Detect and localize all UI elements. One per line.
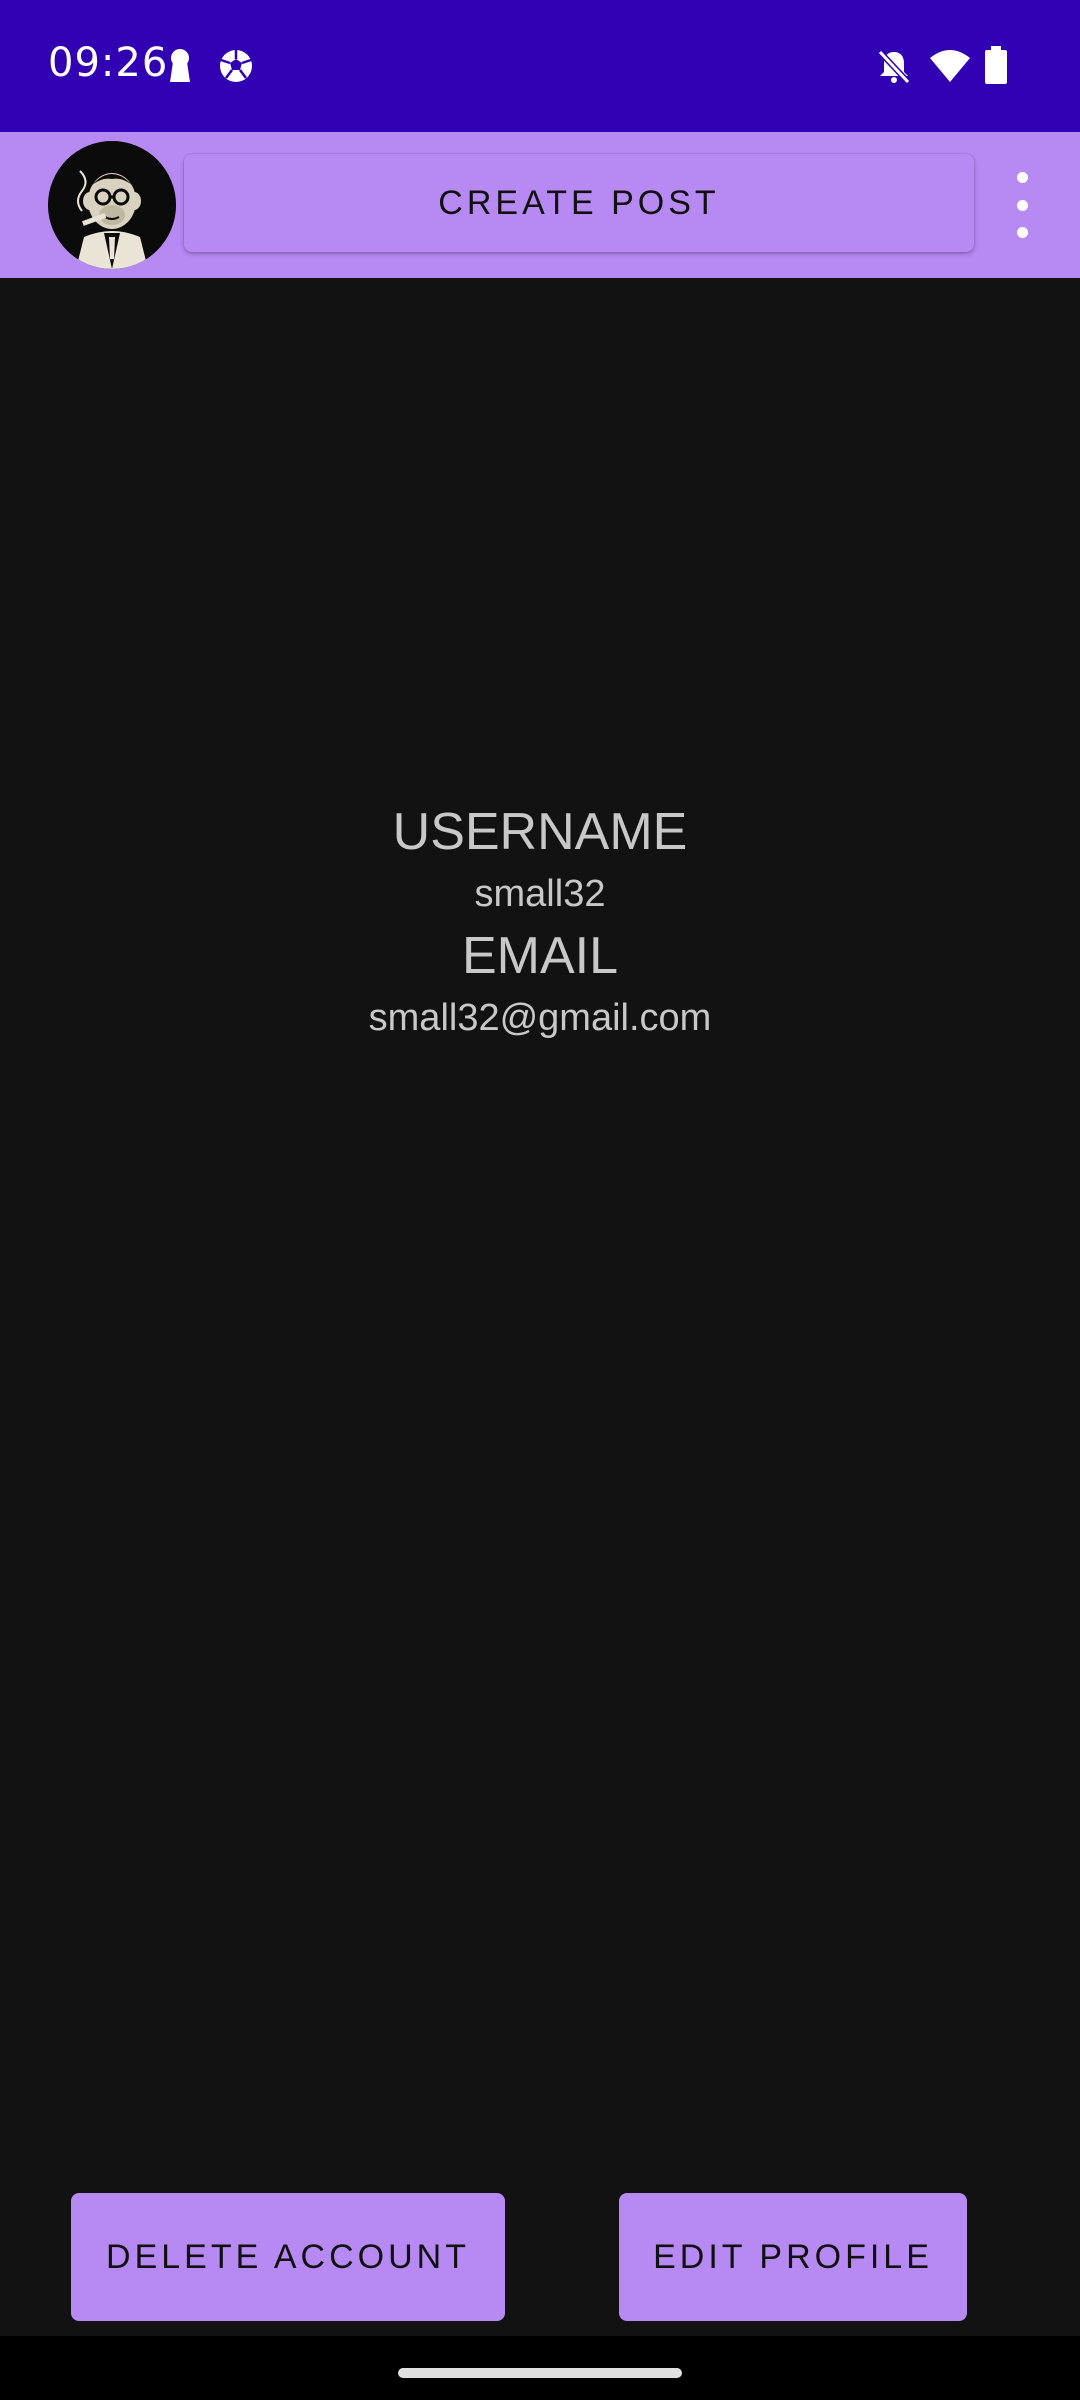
menu-dot [1016,227,1028,238]
delete-account-button[interactable]: DELETE ACCOUNT [71,2193,505,2321]
username-label: USERNAME [392,803,688,861]
avatar[interactable] [48,141,176,269]
create-post-button[interactable]: CREATE POST [184,154,974,252]
menu-dot [1016,172,1028,183]
wifi-icon [930,50,970,82]
monkey-avatar-icon [48,141,176,269]
status-bar: 09:26 [0,0,1080,132]
menu-dot [1016,199,1028,211]
edit-profile-button[interactable]: EDIT PROFILE [619,2193,967,2321]
username-value: small32 [474,873,606,915]
profile-screen: 09:26 CREATE POST USERNAME small32 EMAIL… [0,0,1080,2400]
home-indicator[interactable] [398,2368,682,2378]
email-value: small32@gmail.com [368,997,712,1039]
more-vert-icon[interactable] [1000,172,1044,238]
battery-icon [985,46,1007,84]
email-label: EMAIL [461,927,619,985]
bell-off-icon [877,49,911,85]
app-bar: CREATE POST [0,132,1080,278]
status-time: 09:26 [48,40,169,86]
keyhole-icon [170,49,190,82]
profile-info: USERNAME small32 EMAIL small32@gmail.com [0,800,1080,1048]
soccer-ball-icon [220,50,252,82]
navigation-bar [0,2336,1080,2400]
